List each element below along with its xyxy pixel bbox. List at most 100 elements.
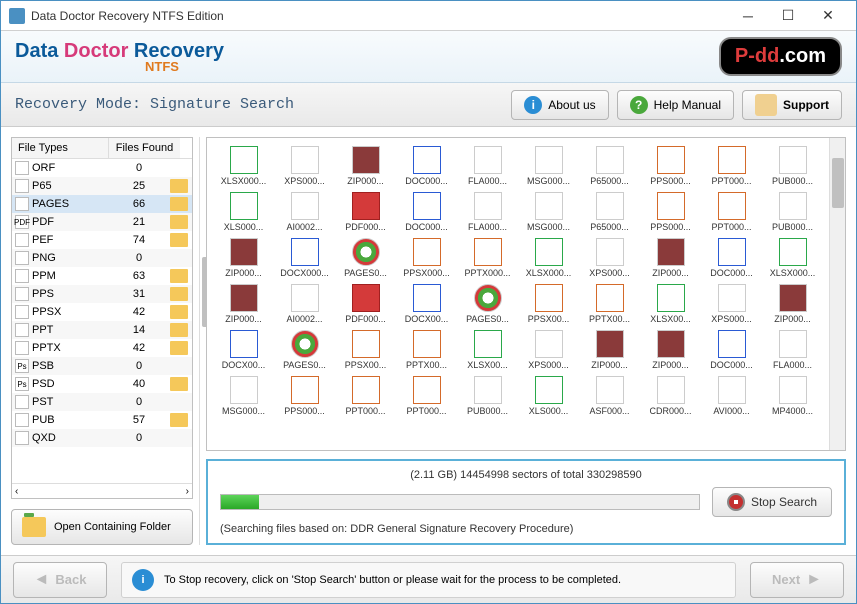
type-row-orf[interactable]: ORF0 — [12, 159, 192, 177]
file-item[interactable]: MSG000... — [215, 376, 272, 416]
file-item[interactable]: AVI000... — [703, 376, 760, 416]
file-item[interactable]: P65000... — [581, 192, 638, 232]
file-item[interactable]: DOC000... — [703, 238, 760, 278]
file-item[interactable]: ZIP000... — [581, 330, 638, 370]
type-row-pef[interactable]: PEF74 — [12, 231, 192, 249]
file-item[interactable]: PPT000... — [703, 146, 760, 186]
close-button[interactable]: ✕ — [808, 2, 848, 30]
files-grid[interactable]: XLSX000...XPS000...ZIP000...DOC000...FLA… — [207, 138, 829, 450]
file-item[interactable]: PPTX00... — [581, 284, 638, 324]
file-item[interactable]: XLSX000... — [215, 146, 272, 186]
left-vscrollbar[interactable] — [199, 137, 200, 545]
back-button[interactable]: ◄Back — [13, 562, 107, 598]
file-item[interactable]: XLSX000... — [520, 238, 577, 278]
types-hscrollbar[interactable]: ‹› — [12, 483, 192, 498]
file-item[interactable]: PPS000... — [276, 376, 333, 416]
maximize-button[interactable]: ☐ — [768, 2, 808, 30]
file-item[interactable]: PPSX00... — [520, 284, 577, 324]
stop-search-button[interactable]: Stop Search — [712, 487, 832, 517]
file-item[interactable]: FLA000... — [764, 330, 821, 370]
file-icon — [596, 284, 624, 312]
file-item[interactable]: AI0002... — [276, 192, 333, 232]
file-item[interactable]: XPS000... — [520, 330, 577, 370]
type-row-psb[interactable]: PsPSB0 — [12, 357, 192, 375]
file-item[interactable]: AI0002... — [276, 284, 333, 324]
file-item[interactable]: DOCX00... — [215, 330, 272, 370]
type-row-qxd[interactable]: QXD0 — [12, 429, 192, 447]
next-button[interactable]: Next► — [750, 562, 844, 598]
file-item[interactable]: XLS000... — [215, 192, 272, 232]
file-item[interactable]: PPT000... — [398, 376, 455, 416]
type-row-pptx[interactable]: PPTX42 — [12, 339, 192, 357]
support-button[interactable]: Support — [742, 90, 842, 120]
file-item[interactable]: PDF000... — [337, 284, 394, 324]
file-item[interactable]: MSG000... — [520, 192, 577, 232]
types-list[interactable]: ORF0P6525PAGES66PDFPDF21PEF74PNG0PPM63PP… — [12, 159, 192, 483]
type-row-pdf[interactable]: PDFPDF21 — [12, 213, 192, 231]
file-item[interactable]: PPSX00... — [337, 330, 394, 370]
file-item[interactable]: PPT000... — [337, 376, 394, 416]
file-item[interactable]: PPT000... — [703, 192, 760, 232]
file-item[interactable]: DOCX00... — [398, 284, 455, 324]
file-item[interactable]: PPTX00... — [398, 330, 455, 370]
file-item[interactable]: FLA000... — [459, 192, 516, 232]
file-item[interactable]: ZIP000... — [215, 238, 272, 278]
file-item[interactable]: CDR000... — [642, 376, 699, 416]
help-label: Help Manual — [654, 98, 721, 112]
file-item[interactable]: PPS000... — [642, 146, 699, 186]
file-item[interactable]: ASF000... — [581, 376, 638, 416]
file-item[interactable]: P65000... — [581, 146, 638, 186]
type-row-ppt[interactable]: PPT14 — [12, 321, 192, 339]
file-item[interactable]: MP4000... — [764, 376, 821, 416]
file-item[interactable]: ZIP000... — [215, 284, 272, 324]
back-label: Back — [55, 572, 86, 587]
file-item[interactable]: XPS000... — [276, 146, 333, 186]
folder-icon — [170, 341, 188, 355]
file-item[interactable]: ZIP000... — [642, 238, 699, 278]
file-item[interactable]: MSG000... — [520, 146, 577, 186]
file-item[interactable]: XLSX00... — [642, 284, 699, 324]
folder-icon — [170, 377, 188, 391]
file-item[interactable]: XLSX00... — [459, 330, 516, 370]
file-item[interactable]: DOCX000... — [276, 238, 333, 278]
type-row-pages[interactable]: PAGES66 — [12, 195, 192, 213]
window-title: Data Doctor Recovery NTFS Edition — [31, 9, 728, 23]
file-item[interactable]: FLA000... — [459, 146, 516, 186]
file-label: XPS000... — [581, 268, 638, 278]
type-row-p65[interactable]: P6525 — [12, 177, 192, 195]
file-item[interactable]: PAGES0... — [459, 284, 516, 324]
file-item[interactable]: ZIP000... — [337, 146, 394, 186]
about-button[interactable]: iAbout us — [511, 90, 608, 120]
files-vscrollbar[interactable] — [829, 138, 845, 450]
type-row-ppm[interactable]: PPM63 — [12, 267, 192, 285]
file-item[interactable]: PDF000... — [337, 192, 394, 232]
file-item[interactable]: XLS000... — [520, 376, 577, 416]
file-item[interactable]: XLSX000... — [764, 238, 821, 278]
file-item[interactable]: PPS000... — [642, 192, 699, 232]
file-item[interactable]: PUB000... — [764, 192, 821, 232]
type-row-pub[interactable]: PUB57 — [12, 411, 192, 429]
open-folder-button[interactable]: Open Containing Folder — [11, 509, 193, 545]
help-button[interactable]: ?Help Manual — [617, 90, 734, 120]
file-item[interactable]: PPTX000... — [459, 238, 516, 278]
type-count: 21 — [108, 216, 170, 228]
file-item[interactable]: PAGES0... — [276, 330, 333, 370]
file-item[interactable]: ZIP000... — [642, 330, 699, 370]
file-icon — [474, 146, 502, 174]
type-row-pps[interactable]: PPS31 — [12, 285, 192, 303]
type-row-psd[interactable]: PsPSD40 — [12, 375, 192, 393]
file-item[interactable]: DOC000... — [703, 330, 760, 370]
file-item[interactable]: PUB000... — [459, 376, 516, 416]
file-item[interactable]: PUB000... — [764, 146, 821, 186]
file-item[interactable]: DOC000... — [398, 192, 455, 232]
file-item[interactable]: DOC000... — [398, 146, 455, 186]
file-item[interactable]: XPS000... — [703, 284, 760, 324]
file-item[interactable]: PAGES0... — [337, 238, 394, 278]
minimize-button[interactable]: ─ — [728, 2, 768, 30]
file-item[interactable]: XPS000... — [581, 238, 638, 278]
type-row-ppsx[interactable]: PPSX42 — [12, 303, 192, 321]
type-row-png[interactable]: PNG0 — [12, 249, 192, 267]
type-row-pst[interactable]: PST0 — [12, 393, 192, 411]
file-item[interactable]: ZIP000... — [764, 284, 821, 324]
file-item[interactable]: PPSX000... — [398, 238, 455, 278]
